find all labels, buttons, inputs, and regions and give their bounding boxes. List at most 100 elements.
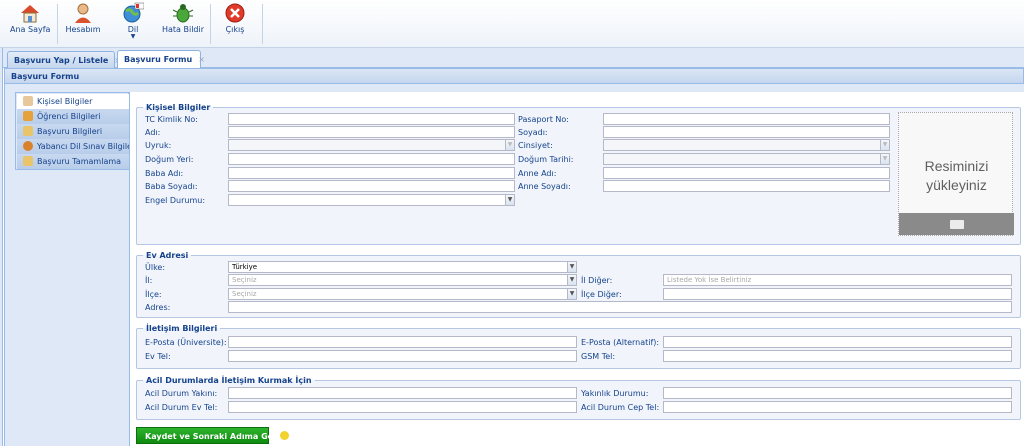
close-icon[interactable]: × (198, 55, 205, 64)
birthdate-picker[interactable]: ▼ (603, 153, 890, 165)
chevron-down-icon: ▼ (880, 140, 889, 150)
home-phone-input[interactable] (228, 350, 577, 362)
emergency-home-phone-input[interactable] (228, 401, 577, 413)
nationality-label: Uyruk: (145, 141, 172, 150)
emergency-home-phone-label: Acil Durum Ev Tel: (145, 403, 218, 412)
father-name-input[interactable] (228, 167, 515, 179)
globe-icon (123, 2, 144, 23)
account-label: Hesabım (65, 25, 101, 34)
tab-label: Başvuru Formu (124, 55, 193, 64)
toolbar-divider (210, 4, 211, 44)
toolbar-divider (262, 4, 263, 44)
logout-label: Çıkış (225, 25, 245, 34)
top-toolbar: Ana Sayfa Hesabım Dil ▼ Hata Bildir Çıkı… (0, 0, 1024, 48)
passport-label: Pasaport No: (518, 115, 569, 124)
chevron-down-icon: ▼ (505, 140, 514, 150)
language-button[interactable]: Dil ▼ (118, 0, 148, 48)
chevron-down-icon: ▼ (567, 262, 576, 272)
save-and-next-label: Kaydet ve Sonraki Adıma Geç (145, 432, 278, 441)
gsm-label: GSM Tel: (581, 352, 616, 361)
birthplace-label: Doğum Yeri: (145, 155, 194, 164)
chevron-down-icon: ▼ (130, 33, 136, 40)
city-select[interactable]: Seçiniz ▼ (228, 274, 577, 286)
toolbar-divider (57, 4, 58, 44)
personal-info-legend: Kişisel Bilgiler (146, 103, 211, 112)
email-alt-label: E-Posta (Alternatif): (581, 338, 660, 347)
father-surname-label: Baba Soyadı: (145, 182, 198, 191)
country-select[interactable]: Türkiye ▼ (228, 261, 577, 273)
tc-input[interactable] (228, 113, 515, 125)
mother-name-label: Anne Adı: (518, 169, 557, 178)
emergency-relative-input[interactable] (228, 387, 577, 399)
name-label: Adı: (145, 128, 161, 137)
city-other-label: İl Diğer: (581, 276, 613, 285)
report-bug-label: Hata Bildir (162, 25, 205, 34)
home-button[interactable]: Ana Sayfa (10, 0, 50, 48)
address-input[interactable] (228, 301, 1012, 313)
nav-item-student-info[interactable]: Öğrenci Bilgileri (17, 109, 129, 124)
home-phone-label: Ev Tel: (145, 352, 171, 361)
chevron-down-icon: ▼ (505, 195, 514, 205)
emergency-mobile-input[interactable] (663, 401, 1012, 413)
nav-item-application-info[interactable]: Başvuru Bilgileri (17, 124, 129, 139)
name-input[interactable] (228, 126, 515, 138)
gender-label: Cinsiyet: (518, 141, 553, 150)
district-label: İlçe: (145, 290, 162, 299)
city-other-input[interactable]: Listede Yok İse Belirtiniz (663, 274, 1012, 286)
country-value: Türkiye (232, 263, 258, 271)
nationality-select[interactable]: ▼ (228, 139, 515, 151)
photo-upload-text: Resiminizi yükleyiniz (899, 157, 1014, 195)
chevron-down-icon: ▼ (880, 154, 889, 164)
nav-item-label: Başvuru Bilgileri (37, 127, 103, 136)
report-bug-button[interactable]: Hata Bildir (162, 0, 204, 48)
photo-upload-button[interactable] (899, 213, 1014, 235)
gsm-input[interactable] (663, 350, 1012, 362)
birthdate-label: Doğum Tarihi: (518, 155, 574, 164)
logout-button[interactable]: Çıkış (222, 0, 248, 48)
tab-label: Başvuru Yap / Listele (14, 56, 109, 65)
mother-name-input[interactable] (603, 167, 890, 179)
nav-item-label: Yabancı Dil Sınav Bilgileri (37, 142, 129, 151)
email-alt-input[interactable] (663, 336, 1012, 348)
closeness-input[interactable] (663, 387, 1012, 399)
nav-item-language-exam[interactable]: Yabancı Dil Sınav Bilgileri (17, 139, 129, 154)
photo-upload-text-line1: Resiminizi (924, 158, 989, 174)
gender-select[interactable]: ▼ (603, 139, 890, 151)
nav-item-completion[interactable]: Başvuru Tamamlama (17, 154, 129, 169)
smiley-icon (279, 431, 289, 440)
tab-application-list[interactable]: Başvuru Yap / Listele× (7, 51, 121, 68)
panel-title: Başvuru Formu (4, 68, 1024, 84)
mother-surname-input[interactable] (603, 180, 890, 192)
surname-label: Soyadı: (518, 128, 548, 137)
home-label: Ana Sayfa (10, 25, 51, 34)
chevron-down-icon: ▼ (567, 275, 576, 285)
birthplace-input[interactable] (228, 153, 515, 165)
passport-input[interactable] (603, 113, 890, 125)
user-icon (75, 3, 91, 23)
country-label: Ülke: (145, 263, 166, 272)
nav-item-label: Kişisel Bilgiler (37, 97, 93, 106)
city-other-placeholder: Listede Yok İse Belirtiniz (667, 276, 752, 284)
folder-icon (950, 220, 964, 229)
contact-info-legend: İletişim Bilgileri (146, 324, 218, 333)
tc-label: TC Kimlik No: (145, 115, 199, 124)
nav-item-personal-info[interactable]: Kişisel Bilgiler (17, 94, 129, 109)
mother-surname-label: Anne Soyadı: (518, 182, 571, 191)
email-uni-input[interactable] (228, 336, 577, 348)
emergency-mobile-label: Acil Durum Cep Tel: (581, 403, 660, 412)
student-icon (23, 111, 33, 121)
save-and-next-button[interactable]: Kaydet ve Sonraki Adıma Geç (136, 427, 289, 444)
disability-label: Engel Durumu: (145, 196, 206, 205)
surname-input[interactable] (603, 126, 890, 138)
father-surname-input[interactable] (228, 180, 515, 192)
father-name-label: Baba Adı: (145, 169, 184, 178)
tab-application-form[interactable]: Başvuru Formu × (117, 50, 205, 69)
disability-select[interactable]: ▼ (228, 194, 515, 206)
emergency-contact-legend: Acil Durumlarda İletişim Kurmak İçin (146, 376, 312, 385)
district-other-input[interactable] (663, 288, 1012, 300)
chevron-down-icon: ▼ (567, 289, 576, 299)
photo-upload[interactable]: Resiminizi yükleyiniz (898, 112, 1014, 236)
person-icon (23, 96, 33, 106)
district-select[interactable]: Seçiniz ▼ (228, 288, 577, 300)
account-button[interactable]: Hesabım (64, 0, 102, 48)
